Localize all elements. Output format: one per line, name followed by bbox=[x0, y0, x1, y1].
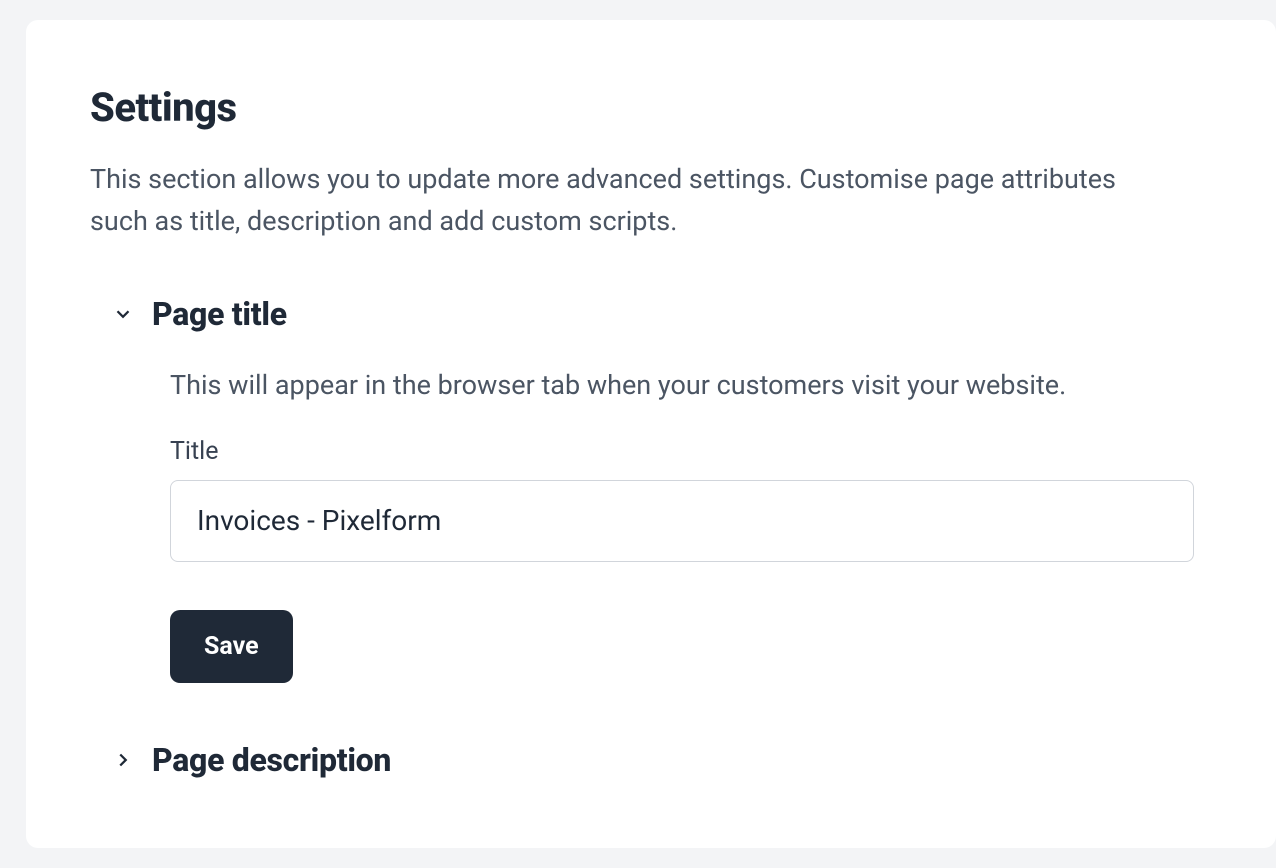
page-title-description: This will appear in the browser tab when… bbox=[170, 369, 1212, 401]
chevron-right-icon bbox=[112, 749, 134, 771]
page-description-header: Page description bbox=[152, 741, 391, 779]
page-description-accordion-toggle[interactable]: Page description bbox=[112, 741, 1212, 779]
page-title-header: Page title bbox=[152, 295, 287, 333]
title-input[interactable] bbox=[170, 480, 1194, 562]
page-title-body: This will appear in the browser tab when… bbox=[170, 369, 1212, 683]
page-title-section: Page title This will appear in the brows… bbox=[112, 295, 1212, 683]
save-button[interactable]: Save bbox=[170, 610, 293, 683]
page-title-accordion-toggle[interactable]: Page title bbox=[112, 295, 1212, 333]
page-heading: Settings bbox=[90, 84, 1212, 131]
chevron-down-icon bbox=[112, 303, 134, 325]
settings-card: Settings This section allows you to upda… bbox=[26, 20, 1276, 848]
title-field-label: Title bbox=[170, 437, 1212, 466]
page-description-section: Page description bbox=[112, 741, 1212, 779]
page-intro: This section allows you to update more a… bbox=[90, 159, 1140, 243]
